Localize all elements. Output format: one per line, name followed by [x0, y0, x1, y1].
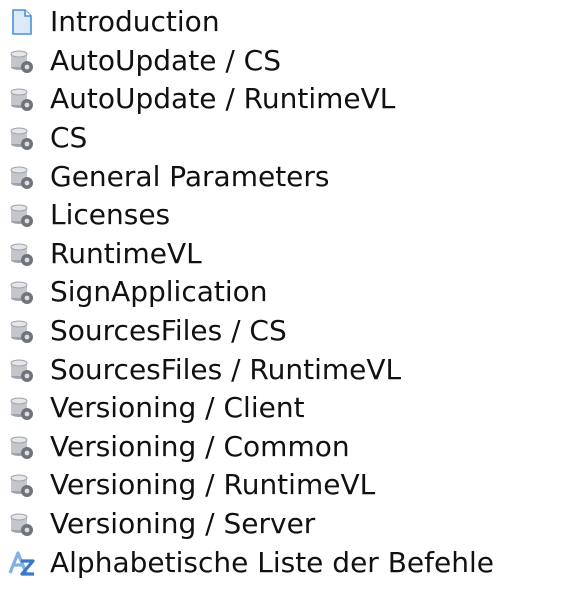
database-gear-icon [8, 471, 36, 499]
tree-item-label: Alphabetische Liste der Befehle [50, 545, 494, 579]
database-gear-icon [8, 356, 36, 384]
tree-item-label: SourcesFiles / CS [50, 314, 287, 348]
tree-item-alphabetische-liste[interactable]: Alphabetische Liste der Befehle [0, 543, 566, 582]
database-gear-icon [8, 240, 36, 268]
document-icon [8, 8, 36, 36]
tree-item-autoupdate-runtimevl[interactable]: AutoUpdate / RuntimeVL [0, 80, 566, 119]
database-gear-icon [8, 510, 36, 538]
tree-item-label: Licenses [50, 198, 171, 232]
tree-item-label: General Parameters [50, 159, 330, 193]
tree-item-autoupdate-cs[interactable]: AutoUpdate / CS [0, 42, 566, 81]
tree-item-signapplication[interactable]: SignApplication [0, 273, 566, 312]
database-gear-icon [8, 433, 36, 461]
tree-item-versioning-client[interactable]: Versioning / Client [0, 389, 566, 428]
alphabet-az-icon [8, 549, 36, 577]
database-gear-icon [8, 47, 36, 75]
tree-item-label: Versioning / Common [50, 429, 350, 463]
tree-item-label: Versioning / Server [50, 507, 316, 541]
tree-item-licenses[interactable]: Licenses [0, 196, 566, 235]
help-topic-tree: Introduction AutoUpdate / CS AutoUpdate [0, 0, 566, 582]
tree-item-label: Versioning / RuntimeVL [50, 468, 376, 502]
tree-item-label: Introduction [50, 5, 220, 39]
tree-item-cs[interactable]: CS [0, 119, 566, 158]
tree-item-introduction[interactable]: Introduction [0, 3, 566, 42]
tree-item-label: CS [50, 121, 88, 155]
database-gear-icon [8, 394, 36, 422]
database-gear-icon [8, 278, 36, 306]
tree-item-sourcesfiles-cs[interactable]: SourcesFiles / CS [0, 312, 566, 351]
database-gear-icon [8, 201, 36, 229]
tree-item-versioning-common[interactable]: Versioning / Common [0, 428, 566, 467]
tree-item-label: SignApplication [50, 275, 268, 309]
database-gear-icon [8, 317, 36, 345]
tree-item-label: RuntimeVL [50, 236, 202, 270]
tree-item-versioning-server[interactable]: Versioning / Server [0, 505, 566, 544]
tree-item-label: AutoUpdate / RuntimeVL [50, 82, 396, 116]
tree-item-versioning-runtimevl[interactable]: Versioning / RuntimeVL [0, 466, 566, 505]
tree-item-label: SourcesFiles / RuntimeVL [50, 352, 402, 386]
database-gear-icon [8, 124, 36, 152]
tree-item-label: Versioning / Client [50, 391, 305, 425]
tree-item-general-parameters[interactable]: General Parameters [0, 157, 566, 196]
tree-item-label: AutoUpdate / CS [50, 43, 281, 77]
database-gear-icon [8, 85, 36, 113]
tree-item-sourcesfiles-runtimevl[interactable]: SourcesFiles / RuntimeVL [0, 350, 566, 389]
database-gear-icon [8, 163, 36, 191]
tree-item-runtimevl[interactable]: RuntimeVL [0, 235, 566, 274]
